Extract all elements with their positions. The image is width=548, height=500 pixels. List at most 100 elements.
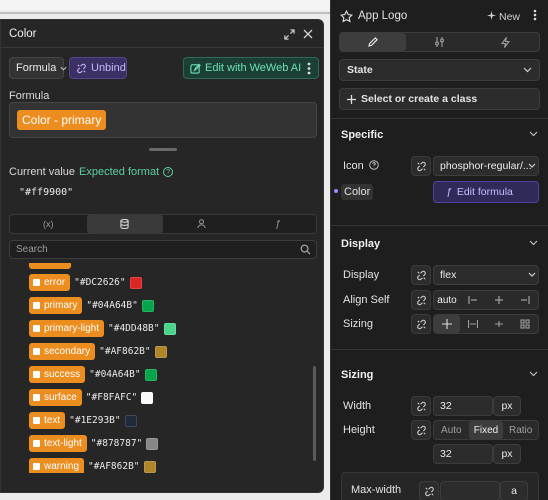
new-button[interactable]: New [499,11,520,23]
sizing-option-1[interactable] [434,315,460,333]
height-unit-select[interactable]: px [493,444,521,464]
display-select[interactable]: flex [433,265,539,285]
edit-with-weweb-ai-button[interactable]: Edit with WeWeb AI [183,57,319,79]
formula-mode-dropdown[interactable]: Formula [9,57,67,79]
list-item[interactable]: warning "#AF862B" [29,458,156,473]
list-item[interactable]: text "#1E293B" [29,412,137,429]
element-settings-panel: App Logo New State Select or create a cl… [330,0,548,500]
max-width-input[interactable] [440,481,500,500]
panel-tabs [339,32,540,52]
list-item-partial [29,263,71,269]
formula-variable-chip[interactable]: Color - primary [17,110,107,130]
color-property-label: Color [341,184,374,200]
sizing-option-3[interactable] [486,315,512,333]
bind-formula-icon[interactable] [411,420,431,440]
align-self-end[interactable] [512,291,538,309]
height-mode-auto-label: Auto [441,424,462,436]
tab-settings[interactable] [406,33,472,51]
chevron-down-icon [528,272,536,277]
icon-select-value: phosphor-regular/... [440,160,532,172]
user-icon [197,219,206,229]
variable-name: text [44,415,61,426]
checkbox-icon [33,417,40,424]
formula-editor[interactable]: Color - primary [9,102,317,138]
height-mode-segmented: Auto Fixed Ratio [433,420,539,440]
align-self-auto[interactable]: auto [434,291,460,309]
list-item[interactable]: surface "#F8FAFC" [29,389,154,406]
bind-formula-icon[interactable] [411,290,431,310]
variable-chip[interactable]: primary [29,297,83,314]
list-item[interactable]: secondary "#AF862B" [29,343,167,360]
modal-header: Color [1,20,323,48]
variable-chip[interactable]: warning [29,458,85,473]
fill-icon [494,320,504,328]
tab-workflows[interactable] [473,33,539,51]
height-input[interactable]: 32 [433,444,493,464]
variable-value: "#04A64B" [86,300,138,311]
color-variable-list: error "#DC2626" primary "#04A64B" primar… [1,263,311,473]
width-unit-select[interactable]: px [493,396,521,416]
list-item[interactable]: error "#DC2626" [29,274,142,291]
height-mode-fixed[interactable]: Fixed [468,421,504,439]
sizing-option-4[interactable] [512,315,538,333]
chevron-down-icon[interactable] [529,240,538,246]
list-scrollbar[interactable] [313,366,316,461]
icon-select[interactable]: phosphor-regular/... [433,156,539,176]
height-mode-auto[interactable]: Auto [434,421,469,439]
edit-formula-button[interactable]: ƒ Edit formula [433,181,539,203]
list-item[interactable]: primary "#04A64B" [29,297,154,314]
more-options-icon[interactable] [533,9,537,21]
align-self-start[interactable] [460,291,486,309]
variable-chip[interactable]: surface [29,389,82,406]
chevron-down-icon[interactable] [529,371,538,377]
width-input[interactable]: 32 [433,396,493,416]
height-mode-ratio[interactable]: Ratio [503,421,538,439]
list-item[interactable]: success "#04A64B" [29,366,157,383]
variable-chip[interactable]: primary-light [29,320,105,337]
resize-handle[interactable] [149,148,177,151]
expand-icon[interactable] [281,26,297,42]
edit-formula-label: Edit formula [456,186,513,198]
color-swatch [146,437,159,450]
unbind-label: Unbind [91,62,126,74]
sizing-option-2[interactable] [460,315,486,333]
bind-formula-icon[interactable] [411,396,431,416]
expected-format-link[interactable]: Expected format [79,166,159,178]
list-item[interactable]: text-light "#878787" [29,435,159,452]
display-section-title: Display [341,238,381,250]
state-dropdown[interactable]: State [339,59,540,81]
plus-icon [347,95,356,104]
variable-chip[interactable]: text-light [29,435,87,452]
variable-chip[interactable]: error [29,274,71,291]
editor-canvas-topbar [0,0,330,10]
search-input[interactable]: Search [9,240,317,259]
tab-style[interactable] [340,33,407,51]
tab-data[interactable] [86,215,163,233]
more-options-icon[interactable] [301,60,317,76]
bind-formula-icon[interactable] [411,265,431,285]
tab-variables[interactable]: (x) [10,215,87,233]
variable-chip[interactable]: secondary [29,343,96,360]
close-icon[interactable] [300,26,316,42]
color-swatch [143,460,156,473]
unbind-button[interactable]: Unbind [69,57,127,79]
height-property-label: Height [343,424,375,436]
bind-formula-icon[interactable] [419,481,439,500]
class-selector[interactable]: Select or create a class [339,88,540,110]
bind-formula-icon[interactable] [411,156,431,176]
help-icon[interactable] [369,160,379,170]
tab-user[interactable] [163,215,240,233]
display-property-label: Display [343,269,380,281]
help-icon[interactable]: ? [163,167,174,177]
variable-chip[interactable]: text [29,412,66,429]
tab-functions[interactable]: ƒ [240,215,317,233]
variable-chip[interactable]: success [29,366,86,383]
align-self-center[interactable] [486,291,512,309]
element-title: App Logo [358,10,408,22]
list-item[interactable]: primary-light "#4DD48B" [29,320,176,337]
variables-icon: (x) [43,219,54,229]
bind-formula-icon[interactable] [411,314,431,334]
chevron-down-icon[interactable] [529,131,538,137]
max-width-unit-select[interactable]: a [500,481,528,500]
star-icon[interactable] [340,10,353,23]
